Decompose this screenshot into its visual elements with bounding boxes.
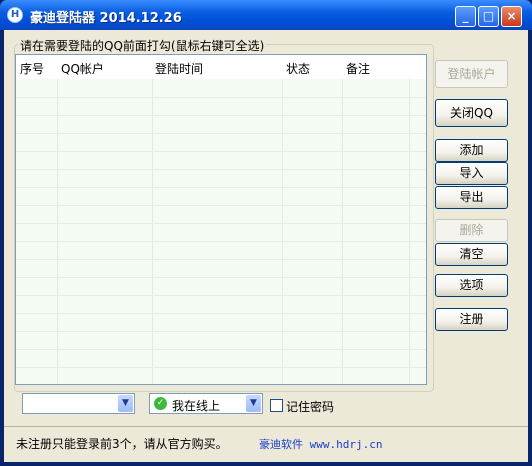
account-select[interactable]: ▼: [22, 393, 135, 414]
app-logo-icon: H: [7, 7, 23, 23]
grid-line: [16, 331, 426, 332]
minimize-button[interactable]: _: [455, 6, 476, 27]
grid-line: [16, 349, 426, 350]
grid-line: [16, 187, 426, 188]
grid-line: [16, 313, 426, 314]
clear-button[interactable]: 清空: [435, 243, 508, 266]
account-list[interactable]: 序号 QQ帐户 登陆时间 状态 备注: [15, 54, 427, 385]
add-button[interactable]: 添加: [435, 139, 508, 162]
main-panel: 请在需要登陆的QQ前面打勾(鼠标右键可全选) 序号 QQ帐户 登陆时间 状态 备…: [4, 30, 528, 462]
grid-line: [16, 367, 426, 368]
remember-password-label[interactable]: 记住密码: [286, 398, 334, 415]
column-header-status[interactable]: 状态: [286, 60, 310, 77]
grid-line: [16, 97, 426, 98]
list-header: 序号 QQ帐户 登陆时间 状态 备注: [16, 55, 426, 79]
grid-line: [342, 79, 343, 384]
grid-line: [282, 79, 283, 384]
column-header-remark[interactable]: 备注: [346, 60, 370, 77]
close-qq-button[interactable]: 关闭QQ: [435, 99, 508, 127]
grid-line: [16, 295, 426, 296]
app-window: H 豪迪登陆器 2014.12.26 _ □ × 请在需要登陆的QQ前面打勾(鼠…: [0, 0, 532, 466]
grid-line: [16, 151, 426, 152]
grid-line: [16, 133, 426, 134]
title-bar[interactable]: H 豪迪登陆器 2014.12.26 _ □ ×: [0, 0, 532, 30]
status-select[interactable]: ✓ 我在线上 ▼: [149, 393, 263, 414]
grid-line: [16, 223, 426, 224]
registration-notice: 未注册只能登录前3个，请从官方购买。: [16, 437, 228, 451]
grid-line: [16, 241, 426, 242]
grid-line: [57, 79, 58, 384]
login-account-button[interactable]: 登陆帐户: [435, 60, 508, 88]
maximize-button[interactable]: □: [478, 6, 499, 27]
window-title: 豪迪登陆器 2014.12.26: [30, 11, 182, 26]
chevron-down-icon[interactable]: ▼: [118, 395, 133, 412]
footer-divider: [4, 426, 528, 427]
grid-line: [152, 79, 153, 384]
import-button[interactable]: 导入: [435, 162, 508, 185]
grid-line: [16, 277, 426, 278]
chevron-down-icon[interactable]: ▼: [246, 395, 261, 412]
export-button[interactable]: 导出: [435, 186, 508, 209]
remember-password-checkbox[interactable]: [270, 399, 283, 412]
status-select-value: 我在线上: [172, 399, 221, 413]
column-header-index[interactable]: 序号: [20, 60, 44, 77]
grid-line: [16, 169, 426, 170]
register-button[interactable]: 注册: [435, 308, 508, 331]
column-header-qq-account[interactable]: QQ帐户: [61, 60, 104, 77]
grid-line: [16, 115, 426, 116]
column-header-login-time[interactable]: 登陆时间: [155, 60, 203, 77]
online-status-icon: ✓: [154, 397, 167, 410]
grid-line: [409, 79, 410, 384]
close-button[interactable]: ×: [501, 6, 522, 27]
grid-line: [16, 205, 426, 206]
options-button[interactable]: 选项: [435, 274, 508, 297]
delete-button[interactable]: 删除: [435, 219, 508, 242]
group-legend: 请在需要登陆的QQ前面打勾(鼠标右键可全选): [18, 37, 267, 54]
brand-link[interactable]: 豪迪软件 www.hdrj.cn: [259, 436, 382, 452]
grid-line: [16, 259, 426, 260]
